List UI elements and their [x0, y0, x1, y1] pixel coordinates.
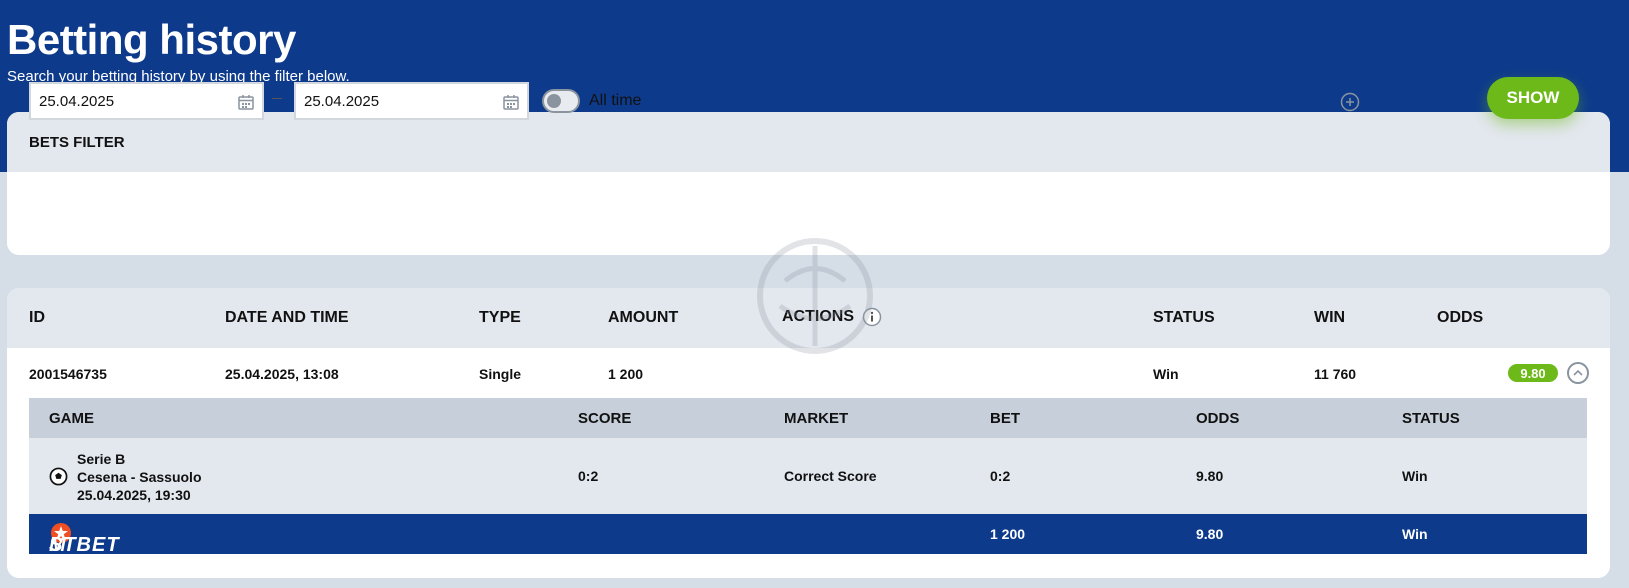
detail-status: Win: [1402, 468, 1428, 484]
chevron-up-icon: [1573, 369, 1583, 376]
date-from-input[interactable]: 25.04.2025: [29, 82, 264, 120]
results-header: ID DATE AND TIME TYPE AMOUNT ACTIONS STA…: [7, 288, 1610, 348]
date-from-value: 25.04.2025: [39, 92, 115, 110]
col-amount: AMOUNT: [608, 309, 679, 326]
bet-type: Single: [479, 366, 522, 382]
footer-status: Win: [1402, 526, 1428, 542]
detail-col-odds: ODDS: [1196, 410, 1240, 427]
odds-badge: 9.80: [1508, 364, 1558, 382]
detail-bet: 0:2: [990, 468, 1011, 484]
col-actions-label: ACTIONS: [782, 308, 854, 326]
detail-col-market: MARKET: [784, 410, 849, 427]
detail-odds: 9.80: [1196, 468, 1224, 484]
brand-text-post: STBET: [49, 534, 120, 556]
detail-col-status: STATUS: [1402, 410, 1460, 427]
detail-col-score: SCORE: [578, 410, 632, 427]
football-icon: [49, 467, 68, 486]
bets-filter-card: BETS FILTER: [7, 112, 1610, 255]
results-card: ID DATE AND TIME TYPE AMOUNT ACTIONS STA…: [7, 288, 1610, 578]
details-footer: M STBET 1 200 9.80 Win: [29, 514, 1587, 556]
plus-circle-icon: [1340, 92, 1360, 112]
bet-amount: 1 200: [608, 366, 644, 382]
bet-status: Win: [1153, 366, 1179, 382]
detail-col-bet: BET: [990, 410, 1020, 427]
footer-odds: 9.80: [1196, 526, 1224, 542]
toggle-knob: [547, 94, 561, 108]
additional-filters-button[interactable]: ADDITIONAL: [1340, 92, 1466, 112]
page-title: Betting history: [7, 16, 296, 63]
game-match: Cesena - Sassuolo: [77, 469, 202, 485]
mostbet-logo: M STBET: [49, 522, 119, 556]
calendar-icon[interactable]: [503, 94, 519, 110]
bet-id: 2001546735: [29, 366, 107, 382]
info-icon[interactable]: [862, 307, 882, 327]
date-range-separator: [272, 98, 282, 99]
col-win: WIN: [1314, 309, 1346, 326]
col-id: ID: [29, 309, 45, 326]
date-to-input[interactable]: 25.04.2025: [294, 82, 529, 120]
bet-row[interactable]: 2001546735 25.04.2025, 13:08 Single 1 20…: [7, 348, 1610, 398]
filter-title: BETS FILTER: [7, 112, 1610, 172]
detail-score: 0:2: [578, 468, 599, 484]
col-date: DATE AND TIME: [225, 309, 349, 326]
game-league: Serie B: [77, 451, 126, 467]
game-info: Serie B Cesena - Sassuolo 25.04.2025, 19…: [77, 450, 202, 504]
show-button[interactable]: SHOW: [1487, 77, 1579, 119]
calendar-icon[interactable]: [238, 94, 254, 110]
game-datetime: 25.04.2025, 19:30: [77, 487, 191, 503]
date-to-value: 25.04.2025: [304, 92, 380, 110]
footer-bet: 1 200: [990, 526, 1026, 542]
bet-win: 11 760: [1314, 366, 1357, 382]
detail-col-game: GAME: [49, 410, 94, 427]
details-header: GAME SCORE MARKET BET ODDS STATUS: [29, 398, 1587, 438]
additional-label: ADDITIONAL: [1370, 93, 1467, 110]
col-actions: ACTIONS: [782, 307, 882, 327]
all-time-toggle[interactable]: [542, 89, 580, 113]
detail-market: Correct Score: [784, 468, 877, 484]
collapse-button[interactable]: [1567, 362, 1589, 384]
details-row: Serie B Cesena - Sassuolo 25.04.2025, 19…: [29, 438, 1587, 514]
col-status: STATUS: [1153, 309, 1215, 326]
bet-date: 25.04.2025, 13:08: [225, 366, 339, 382]
col-type: TYPE: [479, 309, 521, 326]
bet-details-table: GAME SCORE MARKET BET ODDS STATUS Serie …: [29, 398, 1587, 556]
col-odds: ODDS: [1437, 309, 1484, 326]
all-time-label: All time: [589, 92, 642, 109]
